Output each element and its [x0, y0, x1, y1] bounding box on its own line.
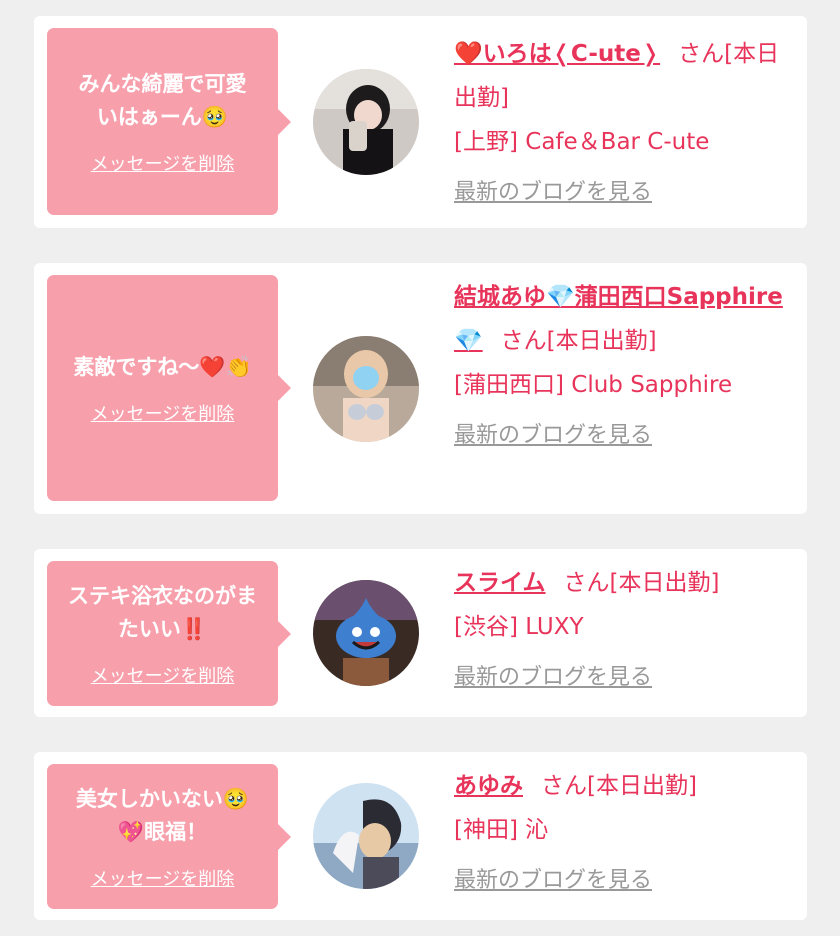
- status-text: [本日出勤]: [587, 773, 697, 799]
- avatar[interactable]: [313, 69, 419, 175]
- shop-text: [神田] 沁: [454, 817, 549, 843]
- shop-text: [蒲田西口] Club Sapphire: [454, 372, 733, 398]
- status-text: [本日出勤]: [546, 328, 657, 354]
- delete-message-link[interactable]: メッセージを削除: [91, 662, 235, 688]
- honorific: さん: [678, 41, 725, 67]
- avatar[interactable]: [313, 580, 419, 686]
- cast-name-link[interactable]: スライム: [454, 570, 546, 596]
- message-card: みんな綺麗で可愛いはぁーん🥹 メッセージを削除 ❤️いろは❬C-ute❭ さん[本…: [34, 16, 807, 228]
- message-bubble: みんな綺麗で可愛いはぁーん🥹 メッセージを削除: [47, 28, 291, 215]
- honorific: さん: [563, 570, 610, 596]
- honorific: さん: [500, 328, 547, 354]
- cast-info: ❤️いろは❬C-ute❭ さん[本日出勤] [上野] Cafe＆Bar C-ute…: [454, 32, 796, 206]
- delete-message-link[interactable]: メッセージを削除: [91, 400, 235, 426]
- cast-name-line: ❤️いろは❬C-ute❭ さん[本日出勤]: [454, 32, 796, 120]
- message-text: みんな綺麗で可愛いはぁーん🥹: [78, 71, 247, 129]
- avatar[interactable]: [313, 336, 419, 442]
- message-bubble: 美女しかいない🥹💖眼福！ メッセージを削除: [47, 764, 291, 909]
- shop-text: [上野] Cafe＆Bar C-ute: [454, 129, 710, 155]
- anime-character-photo-icon: [313, 783, 419, 889]
- message-card: 美女しかいない🥹💖眼福！ メッセージを削除 あゆみ さん[本日出勤] [神田] 沁…: [34, 752, 807, 920]
- delete-message-link[interactable]: メッセージを削除: [91, 865, 235, 891]
- message-card: 素敵ですね〜❤️👏 メッセージを削除 結城あゆ💎蒲田西口Sapphire💎 さん[…: [34, 263, 807, 514]
- cast-info: あゆみ さん[本日出勤] [神田] 沁 最新のブログを見る: [454, 764, 796, 894]
- cast-info: 結城あゆ💎蒲田西口Sapphire💎 さん[本日出勤] [蒲田西口] Club S…: [454, 275, 796, 449]
- slime-mask-photo-icon: [313, 580, 419, 686]
- latest-blog-link[interactable]: 最新のブログを見る: [454, 174, 652, 206]
- status-text: [本日出勤]: [609, 570, 720, 596]
- girl-costume-photo-icon: [313, 336, 419, 442]
- message-bubble: 素敵ですね〜❤️👏 メッセージを削除: [47, 275, 291, 501]
- message-card: ステキ浴衣なのがまたいい‼️ メッセージを削除 スライム さん[本日出勤] [渋谷…: [34, 549, 807, 717]
- avatar[interactable]: [313, 783, 419, 889]
- message-text: 素敵ですね〜❤️👏: [73, 354, 252, 379]
- cast-name-line: あゆみ さん[本日出勤]: [454, 764, 796, 808]
- latest-blog-link[interactable]: 最新のブログを見る: [454, 862, 652, 894]
- cast-name-line: スライム さん[本日出勤]: [454, 561, 796, 605]
- cast-name-line: 結城あゆ💎蒲田西口Sapphire💎 さん[本日出勤]: [454, 275, 796, 363]
- delete-message-link[interactable]: メッセージを削除: [91, 150, 235, 176]
- honorific: さん: [541, 773, 587, 799]
- latest-blog-link[interactable]: 最新のブログを見る: [454, 417, 652, 449]
- latest-blog-link[interactable]: 最新のブログを見る: [454, 659, 652, 691]
- cast-name-link[interactable]: ❤️いろは❬C-ute❭: [454, 41, 660, 67]
- cast-name-link[interactable]: あゆみ: [454, 773, 523, 799]
- message-bubble: ステキ浴衣なのがまたいい‼️ メッセージを削除: [47, 561, 291, 706]
- cast-info: スライム さん[本日出勤] [渋谷] LUXY 最新のブログを見る: [454, 561, 796, 691]
- shop-text: [渋谷] LUXY: [454, 614, 584, 640]
- girl-selfie-photo-icon: [313, 69, 419, 175]
- message-text: ステキ浴衣なのがまたいい‼️: [68, 583, 257, 641]
- message-text: 美女しかいない🥹💖眼福！: [75, 786, 250, 844]
